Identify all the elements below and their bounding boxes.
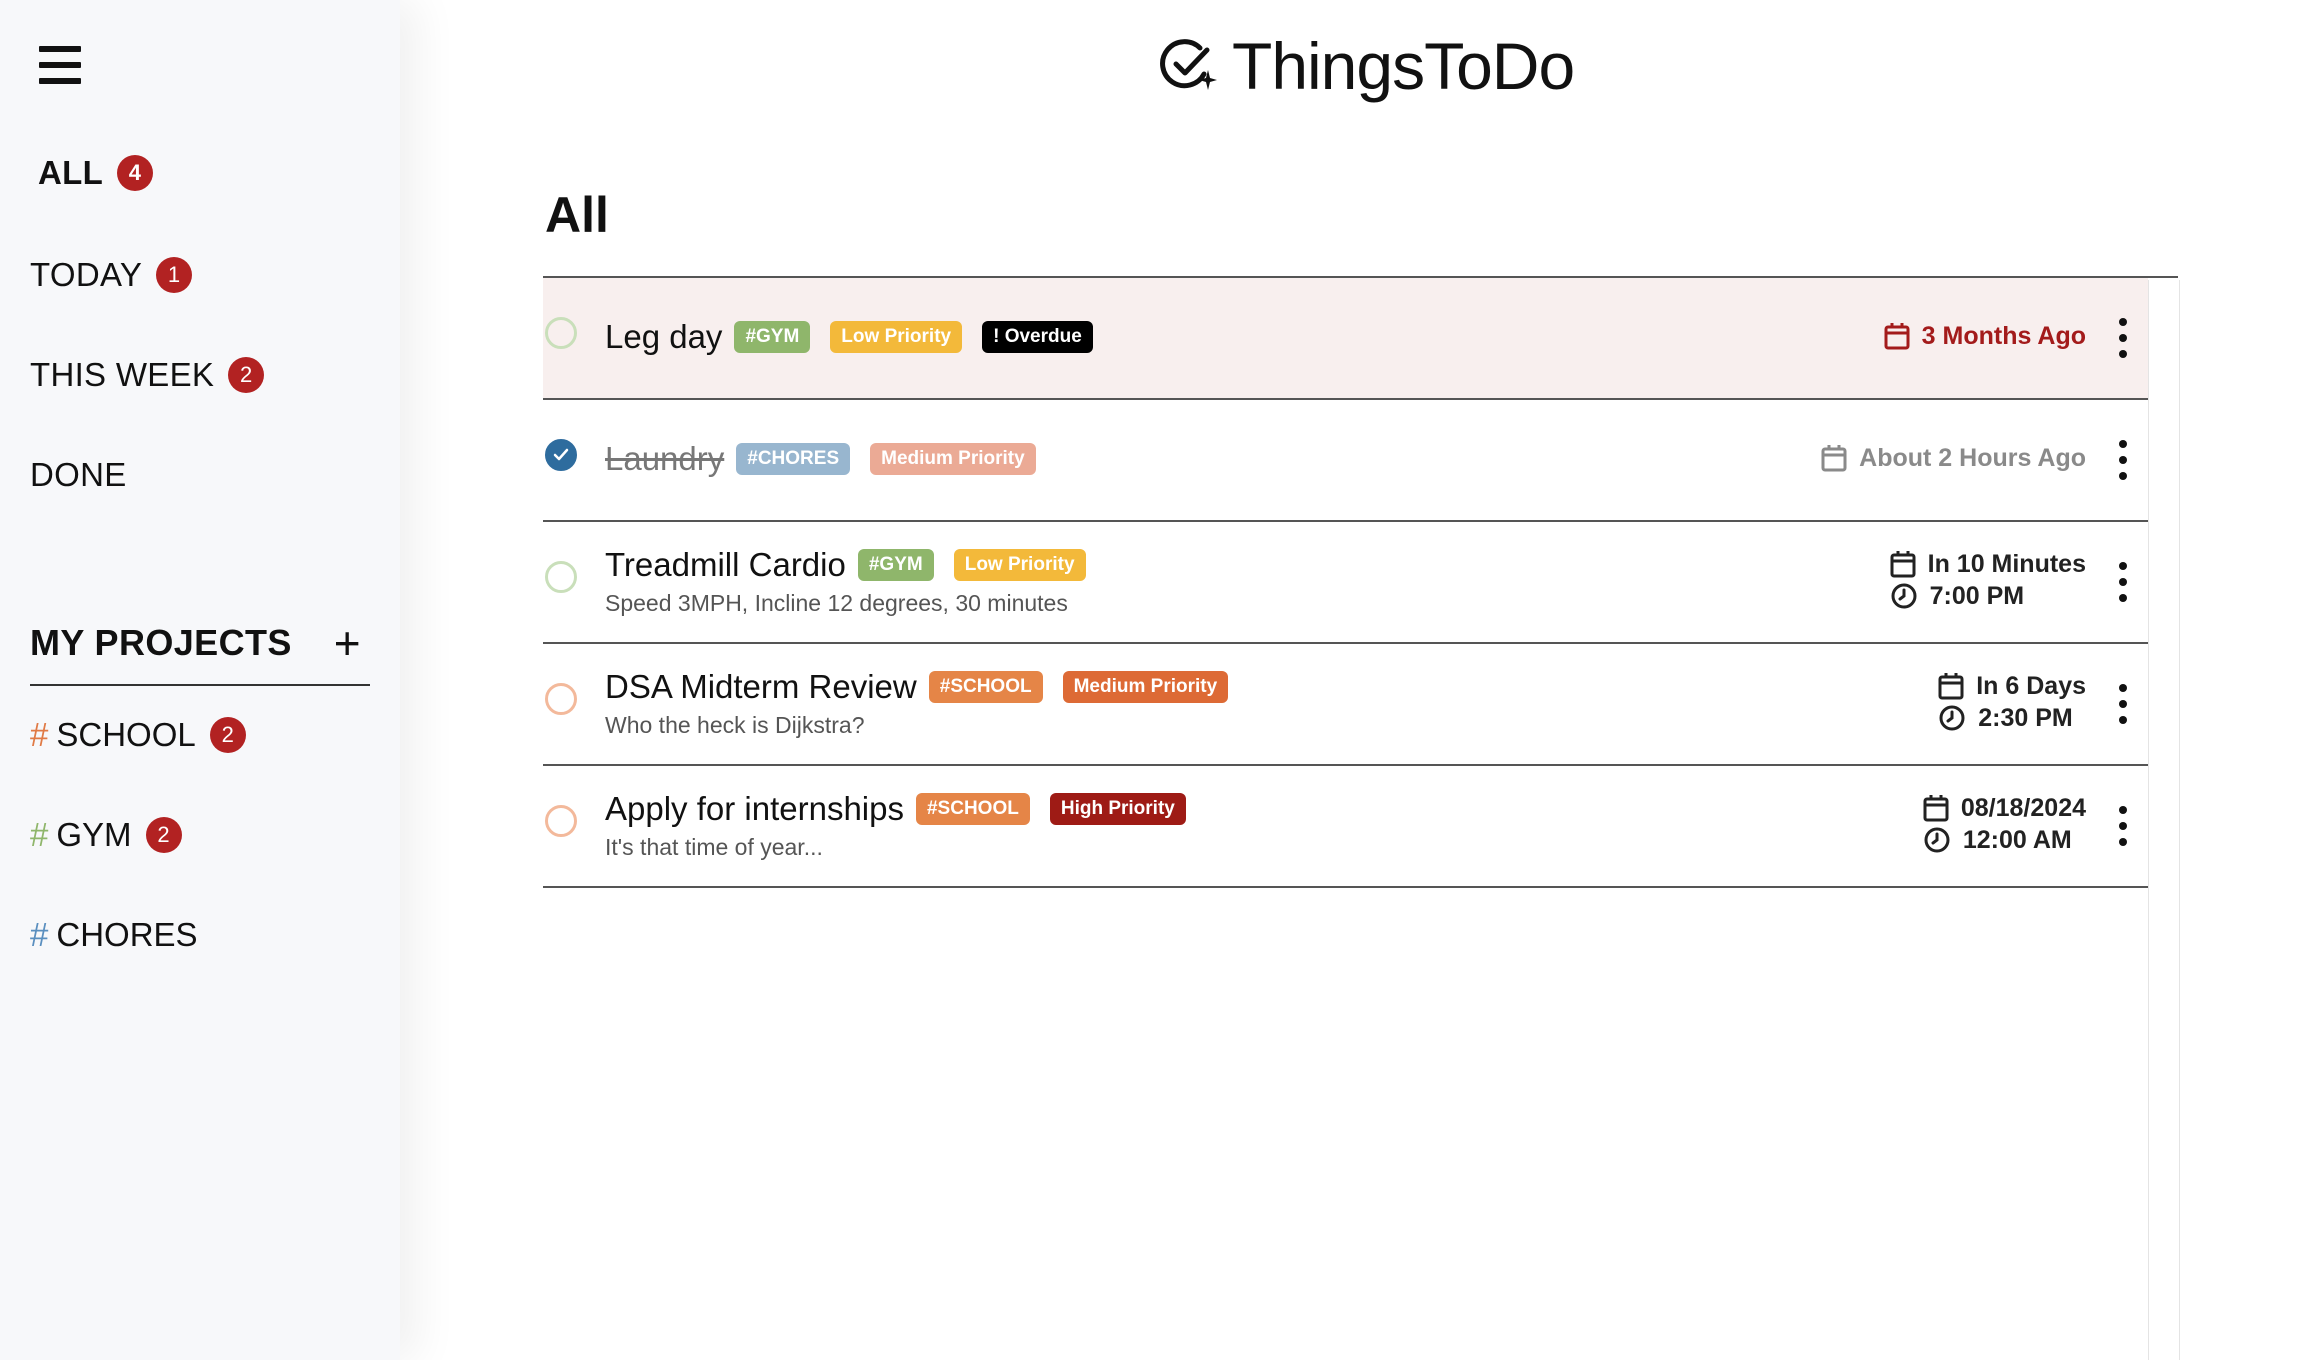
calendar-icon: [1923, 795, 1949, 822]
nav-item-label: ALL: [38, 154, 104, 191]
project-label: CHORES: [56, 916, 198, 953]
task-time: 12:00 AM: [1962, 825, 2072, 854]
task-meta: About 2 Hours Ago: [1821, 442, 2086, 474]
task-date: 3 Months Ago: [1921, 321, 2086, 350]
task-title: Treadmill Cardio: [605, 546, 846, 583]
nav-item-label: DONE: [30, 456, 127, 493]
check-sparkle-logo-icon: [1160, 39, 1217, 90]
plus-icon[interactable]: +: [334, 620, 361, 666]
task-checkbox[interactable]: [545, 561, 577, 593]
more-vertical-icon[interactable]: [2116, 806, 2130, 846]
calendar-icon: [1884, 323, 1910, 350]
task-checkbox[interactable]: [545, 805, 577, 837]
project-item-school[interactable]: # SCHOOL 2: [30, 716, 246, 754]
task-title: Leg day: [605, 318, 723, 355]
calendar-icon: [1938, 673, 1964, 700]
task-time: 2:30 PM: [1978, 703, 2073, 732]
nav-item-label: THIS WEEK: [30, 356, 215, 393]
task-meta: 08/18/2024 12:00 AM: [1923, 792, 2086, 856]
clock-icon: [1891, 583, 1917, 609]
more-vertical-icon[interactable]: [2116, 684, 2130, 724]
task-content: Leg day #GYM Low Priority ! Overdue: [605, 314, 1113, 360]
task-content: Treadmill Cardio #GYM Low Priority Speed…: [605, 542, 1106, 617]
overdue-tag: ! Overdue: [982, 321, 1093, 353]
count-badge: 1: [156, 257, 193, 293]
task-meta: 3 Months Ago: [1884, 320, 2086, 352]
project-tag[interactable]: #SCHOOL: [928, 671, 1043, 703]
task-title: Laundry: [605, 440, 725, 477]
task-row[interactable]: Apply for internships #SCHOOL High Prior…: [543, 766, 2148, 888]
project-tag[interactable]: #CHORES: [736, 443, 851, 475]
task-time: 7:00 PM: [1929, 581, 2025, 610]
task-content: DSA Midterm Review #SCHOOL Medium Priori…: [605, 664, 1248, 739]
priority-tag: Medium Priority: [870, 443, 1036, 475]
count-badge: 2: [209, 717, 246, 753]
projects-title: MY PROJECTS: [30, 622, 292, 663]
task-row[interactable]: DSA Midterm Review #SCHOOL Medium Priori…: [543, 644, 2148, 766]
projects-header: MY PROJECTS +: [30, 620, 361, 666]
task-date: In 6 Days: [1976, 671, 2086, 700]
nav-item-label: TODAY: [30, 256, 143, 293]
project-tag[interactable]: #GYM: [857, 549, 934, 581]
task-content: Laundry #CHORES Medium Priority: [605, 436, 1056, 482]
task-checkbox[interactable]: [545, 683, 577, 715]
more-vertical-icon[interactable]: [2116, 562, 2130, 602]
task-meta: In 10 Minutes 7:00 PM: [1890, 548, 2086, 612]
priority-tag: Medium Priority: [1062, 671, 1229, 703]
task-title: DSA Midterm Review: [605, 668, 917, 705]
more-vertical-icon[interactable]: [2116, 440, 2130, 480]
nav-item-done[interactable]: DONE: [30, 456, 127, 494]
nav-item-today[interactable]: TODAY 1: [30, 256, 193, 294]
task-row[interactable]: Treadmill Cardio #GYM Low Priority Speed…: [543, 522, 2148, 644]
task-description: Speed 3MPH, Incline 12 degrees, 30 minut…: [605, 590, 1068, 616]
project-item-gym[interactable]: # GYM 2: [30, 816, 182, 854]
projects-divider: [30, 684, 370, 686]
clock-icon: [1924, 827, 1950, 853]
task-content: Apply for internships #SCHOOL High Prior…: [605, 786, 1206, 861]
project-item-chores[interactable]: # CHORES: [30, 916, 198, 954]
calendar-icon: [1890, 551, 1916, 578]
more-vertical-icon[interactable]: [2116, 318, 2130, 358]
count-badge: 4: [117, 155, 154, 191]
nav-item-this-week[interactable]: THIS WEEK 2: [30, 356, 265, 394]
project-tag[interactable]: #GYM: [734, 321, 811, 353]
checkmark-icon: [553, 448, 569, 461]
scrollbar[interactable]: [2148, 280, 2180, 1360]
project-tag[interactable]: #SCHOOL: [915, 793, 1030, 825]
task-meta: In 6 Days 2:30 PM: [1938, 670, 2086, 734]
nav-item-all[interactable]: ALL 4: [38, 154, 154, 192]
project-label: GYM: [56, 816, 132, 853]
task-checkbox[interactable]: [545, 439, 577, 471]
task-date: In 10 Minutes: [1927, 549, 2086, 578]
task-description: It's that time of year...: [605, 834, 823, 860]
task-description: Who the heck is Dijkstra?: [605, 712, 865, 738]
task-date: About 2 Hours Ago: [1859, 443, 2086, 472]
task-title: Apply for internships: [605, 790, 904, 827]
clock-icon: [1939, 705, 1965, 731]
count-badge: 2: [145, 817, 182, 853]
task-row[interactable]: Leg day #GYM Low Priority ! Overdue 3 Mo…: [543, 278, 2148, 400]
priority-tag: High Priority: [1049, 793, 1186, 825]
hash-icon: #: [30, 916, 49, 953]
hash-icon: #: [30, 716, 49, 753]
count-badge: 2: [228, 357, 265, 393]
hash-icon: #: [30, 816, 49, 853]
app-name: ThingsToDo: [1232, 29, 1575, 103]
sidebar: ALL 4 TODAY 1 THIS WEEK 2 DONE MY PROJEC…: [0, 0, 400, 1360]
task-checkbox[interactable]: [545, 317, 577, 349]
calendar-icon: [1821, 445, 1847, 472]
priority-tag: Low Priority: [953, 549, 1086, 581]
task-date: 08/18/2024: [1960, 793, 2086, 822]
task-row[interactable]: Laundry #CHORES Medium Priority About 2 …: [543, 400, 2148, 522]
app-logo: ThingsToDo: [1160, 28, 1575, 104]
project-label: SCHOOL: [56, 716, 196, 753]
menu-icon[interactable]: [39, 46, 81, 84]
priority-tag: Low Priority: [830, 321, 963, 353]
page-title: All: [545, 187, 609, 243]
